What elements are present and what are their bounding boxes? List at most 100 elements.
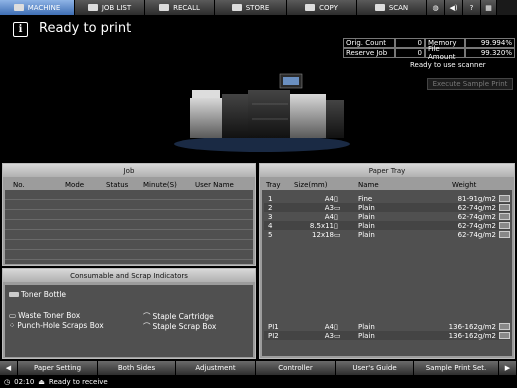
paper-tray-header: Tray Size(mm) Name Weight — [262, 180, 512, 190]
indicator-label: Waste Toner Box — [18, 311, 81, 320]
tab-label: JOB LIST — [101, 3, 132, 12]
orientation-icon: ▭ — [334, 331, 341, 340]
right-arrow-icon: ▶ — [504, 364, 511, 372]
execute-sample-print-button[interactable]: Execute Sample Print — [427, 78, 513, 90]
scanner-status: Ready to use scanner — [410, 61, 486, 69]
tray-row[interactable]: 5 12x18 ▭ Plain 62-74g/m2 — [264, 230, 510, 239]
paper-tray-list[interactable]: Tray Size(mm) Name Weight 1 A4 ▯ Fine 81… — [262, 180, 512, 356]
adjustment-button[interactable]: Adjustment — [176, 361, 256, 375]
top-tab-bar: MACHINE JOB LIST RECALL STORE COPY SCAN … — [0, 0, 517, 15]
job-panel-title: Job — [3, 164, 255, 177]
tray-paper-name: Plain — [358, 322, 375, 331]
waste-toner-indicator: ▭ Waste Toner Box — [9, 311, 80, 320]
tray-row[interactable]: PI2 A3 ▭ Plain 136-162g/m2 — [264, 331, 510, 340]
tab-recall[interactable]: RECALL — [145, 0, 215, 15]
orientation-icon: ▭ — [334, 230, 341, 239]
toner-bottle-indicator: Toner Bottle — [9, 290, 66, 299]
col-minute: Minute(S) — [143, 181, 177, 189]
menu-button[interactable]: ▦ — [481, 0, 497, 15]
tray-weight: 62-74g/m2 — [457, 221, 496, 230]
tray-weight: 62-74g/m2 — [457, 230, 496, 239]
orig-count-value: 0 — [395, 38, 425, 48]
consumables-list: Toner Bottle ▭ Waste Toner Box ⁘ Punch-H… — [5, 285, 253, 357]
clock-time: 02:10 — [14, 378, 35, 386]
orientation-icon: ▯ — [334, 194, 338, 203]
consumables-panel: Consumable and Scrap Indicators Toner Bo… — [2, 268, 256, 359]
col-weight: Weight — [452, 181, 477, 189]
tray-paper-name: Fine — [358, 194, 373, 203]
memory-value: 99.994% — [465, 38, 515, 48]
tray-row[interactable]: 1 A4 ▯ Fine 81-91g/m2 — [264, 194, 510, 203]
store-icon — [231, 4, 242, 11]
footer-message: Ready to receive — [48, 378, 108, 386]
orientation-icon: ▭ — [334, 203, 341, 212]
tray-weight: 136-162g/m2 — [448, 322, 496, 331]
tray-id: PI1 — [268, 322, 279, 331]
paper-tray-panel: Paper Tray Tray Size(mm) Name Weight 1 A… — [259, 163, 515, 359]
file-amount-value: 99.320% — [465, 48, 515, 58]
tab-label: MACHINE — [27, 3, 61, 12]
col-size: Size(mm) — [294, 181, 328, 189]
paper-level-icon — [499, 213, 510, 220]
tray-id: 5 — [268, 230, 273, 239]
punch-hole-indicator: ⁘ Punch-Hole Scraps Box — [9, 321, 104, 330]
indicator-label: Staple Scrap Box — [152, 322, 217, 331]
globe-icon: ◍ — [432, 3, 439, 12]
indicator-label: Staple Cartridge — [152, 312, 214, 321]
paper-level-icon — [499, 323, 510, 330]
help-button[interactable]: ? — [463, 0, 481, 15]
col-mode: Mode — [65, 181, 85, 189]
tab-copy[interactable]: COPY — [287, 0, 357, 15]
globe-button[interactable]: ◍ — [427, 0, 445, 15]
tray-size: A4 — [324, 322, 334, 331]
indicator-label: Toner Bottle — [21, 290, 67, 299]
status-message: Ready to print — [39, 21, 132, 36]
tab-machine[interactable]: MACHINE — [0, 0, 75, 15]
staple-scrap-icon: ⌒ — [143, 322, 151, 331]
tray-weight: 62-74g/m2 — [457, 203, 496, 212]
orientation-icon: ▯ — [334, 221, 338, 230]
toner-bottle-icon — [9, 292, 19, 297]
col-tray: Tray — [266, 181, 281, 189]
users-guide-button[interactable]: User's Guide — [336, 361, 414, 375]
tab-store[interactable]: STORE — [215, 0, 287, 15]
sample-print-set-button[interactable]: Sample Print Set. — [414, 361, 499, 375]
receive-icon: ⏏ — [38, 378, 45, 386]
tab-job-list[interactable]: JOB LIST — [75, 0, 145, 15]
paper-level-icon — [499, 222, 510, 229]
tray-id: 1 — [268, 194, 273, 203]
volume-button[interactable]: ◀) — [445, 0, 463, 15]
recall-icon — [159, 4, 170, 11]
tray-size: 8.5x11 — [309, 221, 334, 230]
copy-icon — [305, 4, 316, 11]
tray-weight: 62-74g/m2 — [457, 212, 496, 221]
scroll-right-button[interactable]: ▶ — [499, 361, 517, 375]
paper-setting-button[interactable]: Paper Setting — [18, 361, 98, 375]
tab-scan[interactable]: SCAN — [357, 0, 427, 15]
tray-row[interactable]: PI1 A4 ▯ Plain 136-162g/m2 — [264, 322, 510, 331]
printer-icon — [13, 4, 24, 11]
paper-tray-title: Paper Tray — [260, 164, 514, 177]
tab-label: SCAN — [388, 3, 409, 12]
waste-toner-icon: ▭ — [9, 311, 17, 320]
scroll-left-button[interactable]: ◀ — [0, 361, 18, 375]
controller-button[interactable]: Controller — [256, 361, 336, 375]
tray-size: 12x18 — [312, 230, 334, 239]
footer-status: ◷ 02:10 ⏏ Ready to receive — [0, 376, 517, 388]
help-icon: ? — [469, 3, 474, 12]
tray-paper-name: Plain — [358, 331, 375, 340]
tab-label: STORE — [245, 3, 270, 12]
job-list[interactable]: No. Mode Status Minute(S) User Name — [5, 180, 253, 264]
tray-row[interactable]: 2 A3 ▭ Plain 62-74g/m2 — [264, 203, 510, 212]
reserve-job-value: 0 — [395, 48, 425, 58]
tray-id: 4 — [268, 221, 273, 230]
orientation-icon: ▯ — [334, 322, 338, 331]
tray-id: PI2 — [268, 331, 279, 340]
tray-weight: 136-162g/m2 — [448, 331, 496, 340]
tray-row[interactable]: 3 A4 ▯ Plain 62-74g/m2 — [264, 212, 510, 221]
tray-row[interactable]: 4 8.5x11 ▯ Plain 62-74g/m2 — [264, 221, 510, 230]
both-sides-button[interactable]: Both Sides — [98, 361, 176, 375]
staple-scrap-indicator: ⌒ Staple Scrap Box — [143, 321, 216, 332]
tray-size: A3 — [324, 203, 334, 212]
left-arrow-icon: ◀ — [5, 364, 12, 372]
